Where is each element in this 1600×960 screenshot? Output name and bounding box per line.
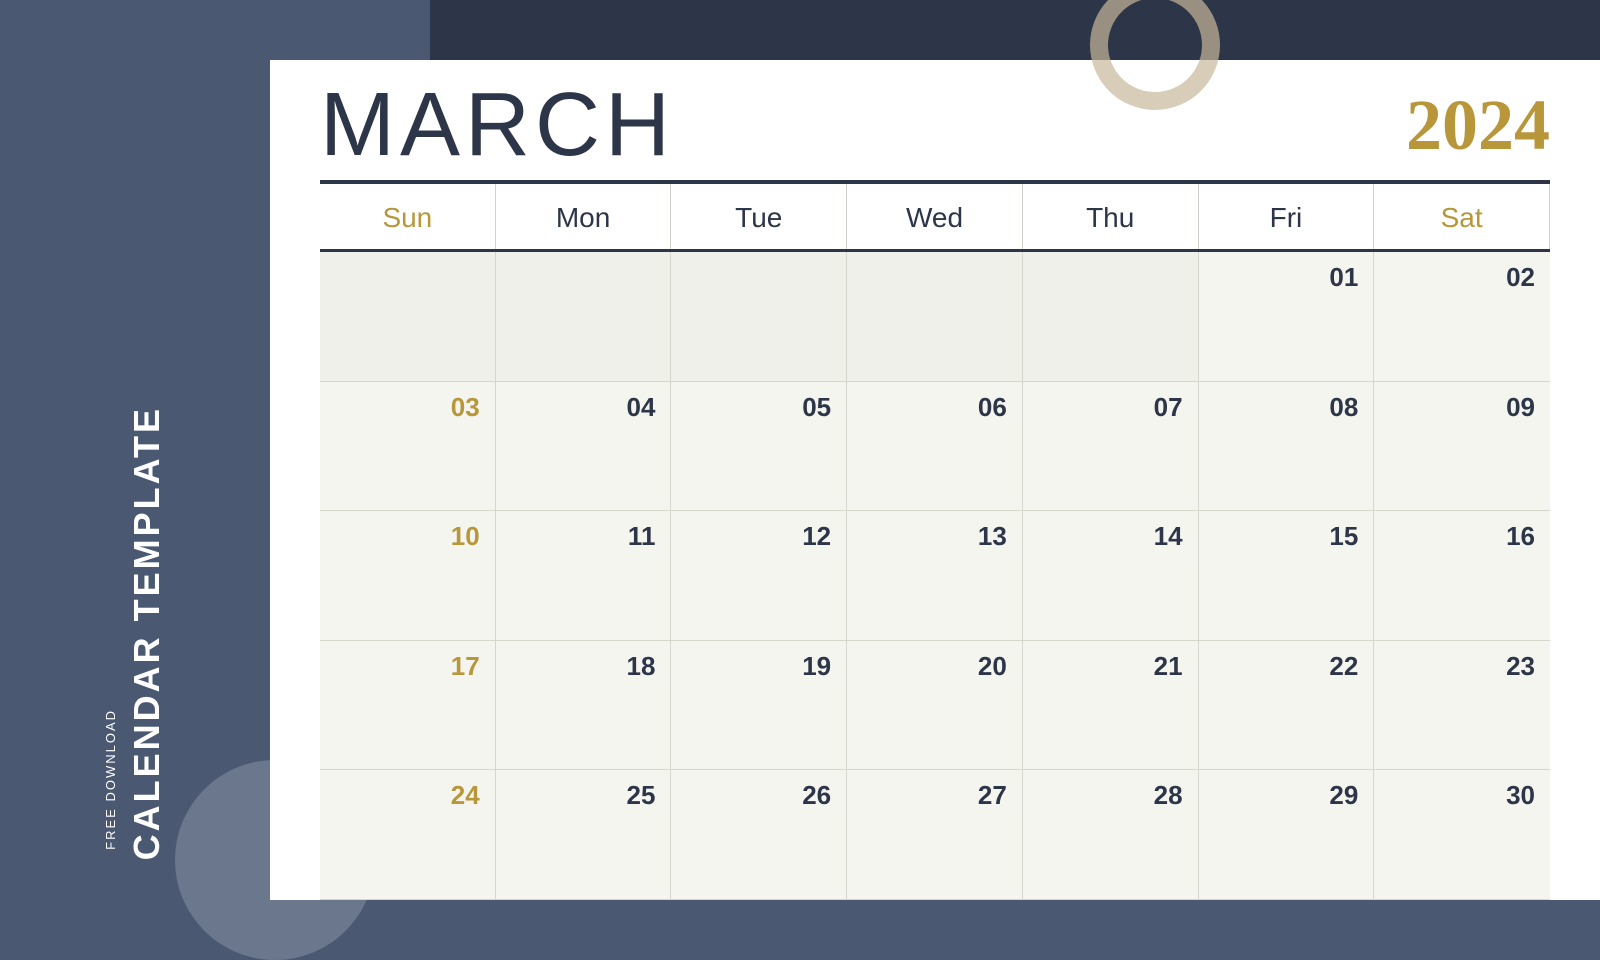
day-header-fri: Fri <box>1199 184 1375 249</box>
calendar-cell: 05 <box>671 382 847 512</box>
day-header-thu: Thu <box>1023 184 1199 249</box>
cell-date: 07 <box>1038 392 1183 423</box>
sidebar: FREE DOWNLOAD CALENDAR TEMPLATE <box>0 0 270 900</box>
year-title: 2024 <box>1406 84 1550 167</box>
month-title: MARCH <box>320 80 675 170</box>
day-header-mon: Mon <box>496 184 672 249</box>
cell-date: 23 <box>1389 651 1535 682</box>
days-header: SunMonTueWedThuFriSat <box>320 184 1550 252</box>
calendar-cell: 17 <box>320 641 496 771</box>
cell-date: 22 <box>1214 651 1359 682</box>
calendar-cell: 19 <box>671 641 847 771</box>
cell-date: 26 <box>686 780 831 811</box>
calendar-cell: 03 <box>320 382 496 512</box>
calendar-cell: 14 <box>1023 511 1199 641</box>
cell-date: 06 <box>862 392 1007 423</box>
calendar-cell: 24 <box>320 770 496 900</box>
cell-date: 05 <box>686 392 831 423</box>
calendar-cell: 13 <box>847 511 1023 641</box>
calendar-cell: 06 <box>847 382 1023 512</box>
calendar-cell: 08 <box>1199 382 1375 512</box>
sidebar-text: FREE DOWNLOAD CALENDAR TEMPLATE <box>103 406 168 860</box>
day-header-tue: Tue <box>671 184 847 249</box>
calendar-cell: 20 <box>847 641 1023 771</box>
calendar-cell <box>320 252 496 382</box>
calendar-grid: 01 02 03 04 05 06 07 08 09 10 11 12 13 14 15 16 17 18 19 20… <box>320 252 1550 900</box>
cell-date: 21 <box>1038 651 1183 682</box>
cell-date: 10 <box>335 521 480 552</box>
calendar-cell: 11 <box>496 511 672 641</box>
calendar-cell: 07 <box>1023 382 1199 512</box>
cell-date: 08 <box>1214 392 1359 423</box>
top-bar-left <box>270 0 430 60</box>
cell-date: 17 <box>335 651 480 682</box>
calendar-cell: 22 <box>1199 641 1375 771</box>
calendar-cell: 15 <box>1199 511 1375 641</box>
calendar-cell: 10 <box>320 511 496 641</box>
cell-date: 19 <box>686 651 831 682</box>
calendar-cell: 30 <box>1374 770 1550 900</box>
cell-date: 13 <box>862 521 1007 552</box>
calendar-cell: 16 <box>1374 511 1550 641</box>
day-header-sat: Sat <box>1374 184 1550 249</box>
calendar-cell: 27 <box>847 770 1023 900</box>
cell-date: 30 <box>1389 780 1535 811</box>
cell-date: 12 <box>686 521 831 552</box>
cell-date: 20 <box>862 651 1007 682</box>
cell-date: 28 <box>1038 780 1183 811</box>
day-header-sun: Sun <box>320 184 496 249</box>
top-bar <box>270 0 1600 60</box>
cell-date: 24 <box>335 780 480 811</box>
calendar-cell: 26 <box>671 770 847 900</box>
cell-date: 15 <box>1214 521 1359 552</box>
calendar-cell <box>1023 252 1199 382</box>
cell-date: 18 <box>511 651 656 682</box>
calendar-main: MARCH 2024 SunMonTueWedThuFriSat 0102030… <box>270 0 1600 900</box>
day-header-wed: Wed <box>847 184 1023 249</box>
calendar-template-label: CALENDAR TEMPLATE <box>126 406 168 860</box>
cell-date: 04 <box>511 392 656 423</box>
cell-date: 03 <box>335 392 480 423</box>
calendar-cell <box>671 252 847 382</box>
calendar-cell: 21 <box>1023 641 1199 771</box>
top-bar-right <box>430 0 1600 60</box>
cell-date: 27 <box>862 780 1007 811</box>
cell-date: 25 <box>511 780 656 811</box>
cell-date: 09 <box>1389 392 1535 423</box>
cell-date: 16 <box>1389 521 1535 552</box>
cell-date: 29 <box>1214 780 1359 811</box>
calendar-header: MARCH 2024 <box>270 60 1600 180</box>
calendar-cell <box>496 252 672 382</box>
cell-date: 01 <box>1214 262 1359 293</box>
calendar-cell: 25 <box>496 770 672 900</box>
calendar-cell: 28 <box>1023 770 1199 900</box>
calendar-cell: 23 <box>1374 641 1550 771</box>
cell-date: 02 <box>1389 262 1535 293</box>
calendar-cell: 02 <box>1374 252 1550 382</box>
calendar-cell: 12 <box>671 511 847 641</box>
cell-date: 14 <box>1038 521 1183 552</box>
calendar-cell <box>847 252 1023 382</box>
free-download-label: FREE DOWNLOAD <box>103 709 118 850</box>
calendar-cell: 04 <box>496 382 672 512</box>
calendar-cell: 18 <box>496 641 672 771</box>
calendar-cell: 29 <box>1199 770 1375 900</box>
calendar-cell: 01 <box>1199 252 1375 382</box>
calendar-cell: 09 <box>1374 382 1550 512</box>
cell-date: 11 <box>511 521 656 552</box>
